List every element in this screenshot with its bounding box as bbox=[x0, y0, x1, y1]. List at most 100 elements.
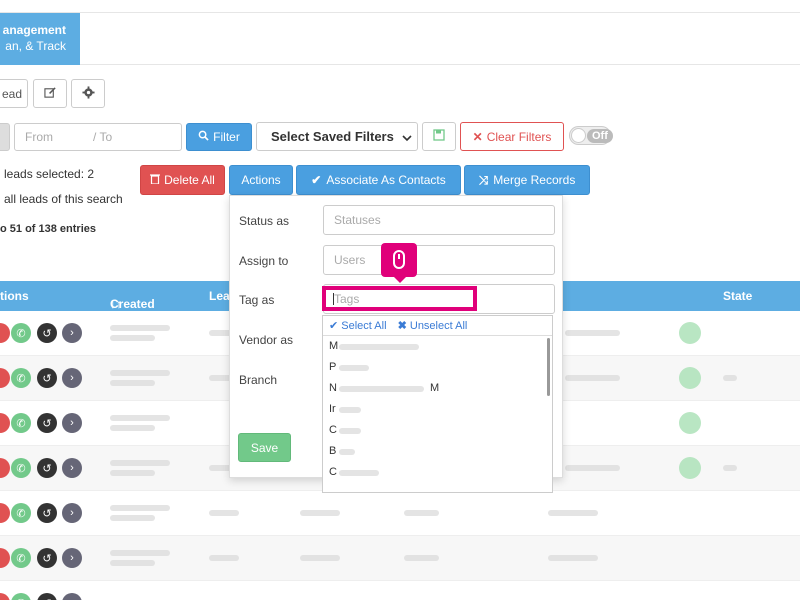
associate-contacts-label: Associate As Contacts bbox=[326, 173, 446, 187]
table-row[interactable]: ✆ ↺ › bbox=[0, 491, 800, 536]
chevron-right-icon[interactable]: › bbox=[62, 503, 82, 523]
tag-option[interactable]: B bbox=[323, 441, 552, 462]
select-all-label: Select All bbox=[341, 320, 387, 332]
toggle-knob bbox=[571, 128, 586, 143]
tag-options-list: ✔ Select All ✖ Unselect All M P NM Ir C … bbox=[322, 315, 553, 493]
blurred-text bbox=[300, 510, 340, 516]
saved-filters-select[interactable]: Select Saved Filters bbox=[256, 122, 418, 151]
blurred-text bbox=[339, 470, 379, 476]
tag-option-label: N bbox=[329, 382, 337, 394]
chevron-right-icon[interactable]: › bbox=[62, 548, 82, 568]
saved-filters-label: Select Saved Filters bbox=[271, 129, 394, 144]
blurred-text bbox=[548, 555, 598, 561]
table-row[interactable]: ✆ ↺ › bbox=[0, 536, 800, 581]
save-filter-button[interactable] bbox=[422, 122, 456, 151]
toggle-label: Off bbox=[587, 129, 613, 143]
unselect-all-link[interactable]: ✖ Unselect All bbox=[398, 320, 468, 332]
search-addon bbox=[0, 123, 10, 151]
phone-icon[interactable]: ✆ bbox=[11, 368, 31, 388]
clear-filters-button[interactable]: ✕ Clear Filters bbox=[460, 122, 564, 151]
delete-icon[interactable] bbox=[0, 323, 10, 343]
date-range-input[interactable]: From / To bbox=[14, 123, 182, 151]
merge-records-button[interactable]: ⤨ Merge Records bbox=[464, 165, 590, 195]
settings-button[interactable] bbox=[71, 79, 105, 108]
tag-list-header: ✔ Select All ✖ Unselect All bbox=[323, 316, 552, 336]
assign-label: Assign to bbox=[239, 254, 289, 268]
chevron-right-icon[interactable]: › bbox=[62, 368, 82, 388]
edit-icon bbox=[43, 86, 57, 102]
history-icon[interactable]: ↺ bbox=[37, 413, 57, 433]
edit-button[interactable] bbox=[33, 79, 67, 108]
blurred-text bbox=[110, 560, 155, 566]
history-icon[interactable]: ↺ bbox=[37, 503, 57, 523]
select-all-link[interactable]: ✔ Select All bbox=[329, 320, 387, 332]
chevron-right-icon[interactable]: › bbox=[62, 458, 82, 478]
save-label: Save bbox=[250, 440, 279, 455]
phone-icon[interactable]: ✆ bbox=[11, 458, 31, 478]
history-icon[interactable]: ↺ bbox=[37, 593, 57, 600]
chevron-right-icon[interactable]: › bbox=[62, 593, 82, 600]
delete-icon[interactable] bbox=[0, 413, 10, 433]
module-tab[interactable]: anagement an, & Track bbox=[0, 13, 80, 65]
delete-icon[interactable] bbox=[0, 548, 10, 568]
blurred-text bbox=[110, 515, 155, 521]
status-placeholder: Statuses bbox=[334, 213, 381, 227]
phone-icon[interactable]: ✆ bbox=[11, 548, 31, 568]
actions-button[interactable]: Actions bbox=[229, 165, 293, 195]
blurred-text bbox=[110, 425, 155, 431]
blurred-text bbox=[565, 465, 620, 471]
filter-toggle[interactable]: Off bbox=[569, 126, 613, 145]
blurred-text bbox=[404, 510, 439, 516]
tag-label: Tag as bbox=[239, 293, 275, 307]
tag-option[interactable]: C bbox=[323, 420, 552, 441]
phone-icon[interactable]: ✆ bbox=[11, 413, 31, 433]
actions-label: Actions bbox=[241, 173, 281, 187]
delete-icon[interactable] bbox=[0, 503, 10, 523]
blurred-text bbox=[339, 449, 355, 455]
history-icon[interactable]: ↺ bbox=[37, 368, 57, 388]
blurred-text bbox=[339, 407, 361, 413]
floppy-icon bbox=[433, 129, 445, 144]
assign-select[interactable]: Users bbox=[323, 245, 555, 275]
close-icon: ✖ bbox=[397, 320, 407, 332]
tag-option-label: M bbox=[329, 340, 339, 352]
gear-icon bbox=[81, 85, 95, 102]
save-button[interactable]: Save bbox=[238, 433, 291, 462]
associate-contacts-button[interactable]: ✔ Associate As Contacts bbox=[296, 165, 461, 195]
check-icon: ✔ bbox=[311, 173, 322, 187]
top-bar bbox=[0, 0, 800, 13]
delete-icon[interactable] bbox=[0, 593, 10, 600]
chevron-down-icon bbox=[402, 131, 412, 146]
tag-option[interactable]: P bbox=[323, 357, 552, 378]
column-actions: tions bbox=[0, 289, 29, 303]
phone-icon[interactable]: ✆ bbox=[11, 503, 31, 523]
blurred-text bbox=[339, 386, 424, 392]
check-icon: ✔ bbox=[329, 320, 339, 332]
history-icon[interactable]: ↺ bbox=[37, 458, 57, 478]
read-label: ead bbox=[1, 86, 23, 101]
tags-placeholder: Tags bbox=[334, 292, 360, 306]
history-icon[interactable]: ↺ bbox=[37, 323, 57, 343]
phone-icon[interactable]: ✆ bbox=[11, 323, 31, 343]
tag-option[interactable]: NM bbox=[323, 378, 552, 399]
tags-input[interactable]: Tags bbox=[322, 286, 477, 311]
close-icon: ✕ bbox=[472, 129, 483, 144]
status-select[interactable]: Statuses bbox=[323, 205, 555, 235]
delete-all-button[interactable]: Delete All bbox=[140, 165, 225, 195]
tag-option[interactable]: Ir bbox=[323, 399, 552, 420]
delete-icon[interactable] bbox=[0, 368, 10, 388]
table-row[interactable]: ✆ ↺ › bbox=[0, 581, 800, 600]
tag-option[interactable]: M bbox=[323, 336, 552, 357]
tag-option[interactable]: C bbox=[323, 462, 552, 483]
select-all-leads-link[interactable]: all leads of this search bbox=[4, 192, 123, 206]
history-icon[interactable]: ↺ bbox=[37, 548, 57, 568]
read-button[interactable]: ead bbox=[0, 79, 28, 108]
delete-icon[interactable] bbox=[0, 458, 10, 478]
chevron-right-icon[interactable]: › bbox=[62, 323, 82, 343]
chevron-right-icon[interactable]: › bbox=[62, 413, 82, 433]
tag-list-scrollbar[interactable] bbox=[547, 338, 550, 396]
blurred-text bbox=[110, 335, 155, 341]
filter-button[interactable]: Filter bbox=[186, 123, 252, 151]
phone-icon[interactable]: ✆ bbox=[11, 593, 31, 600]
unselect-all-label: Unselect All bbox=[409, 320, 468, 332]
